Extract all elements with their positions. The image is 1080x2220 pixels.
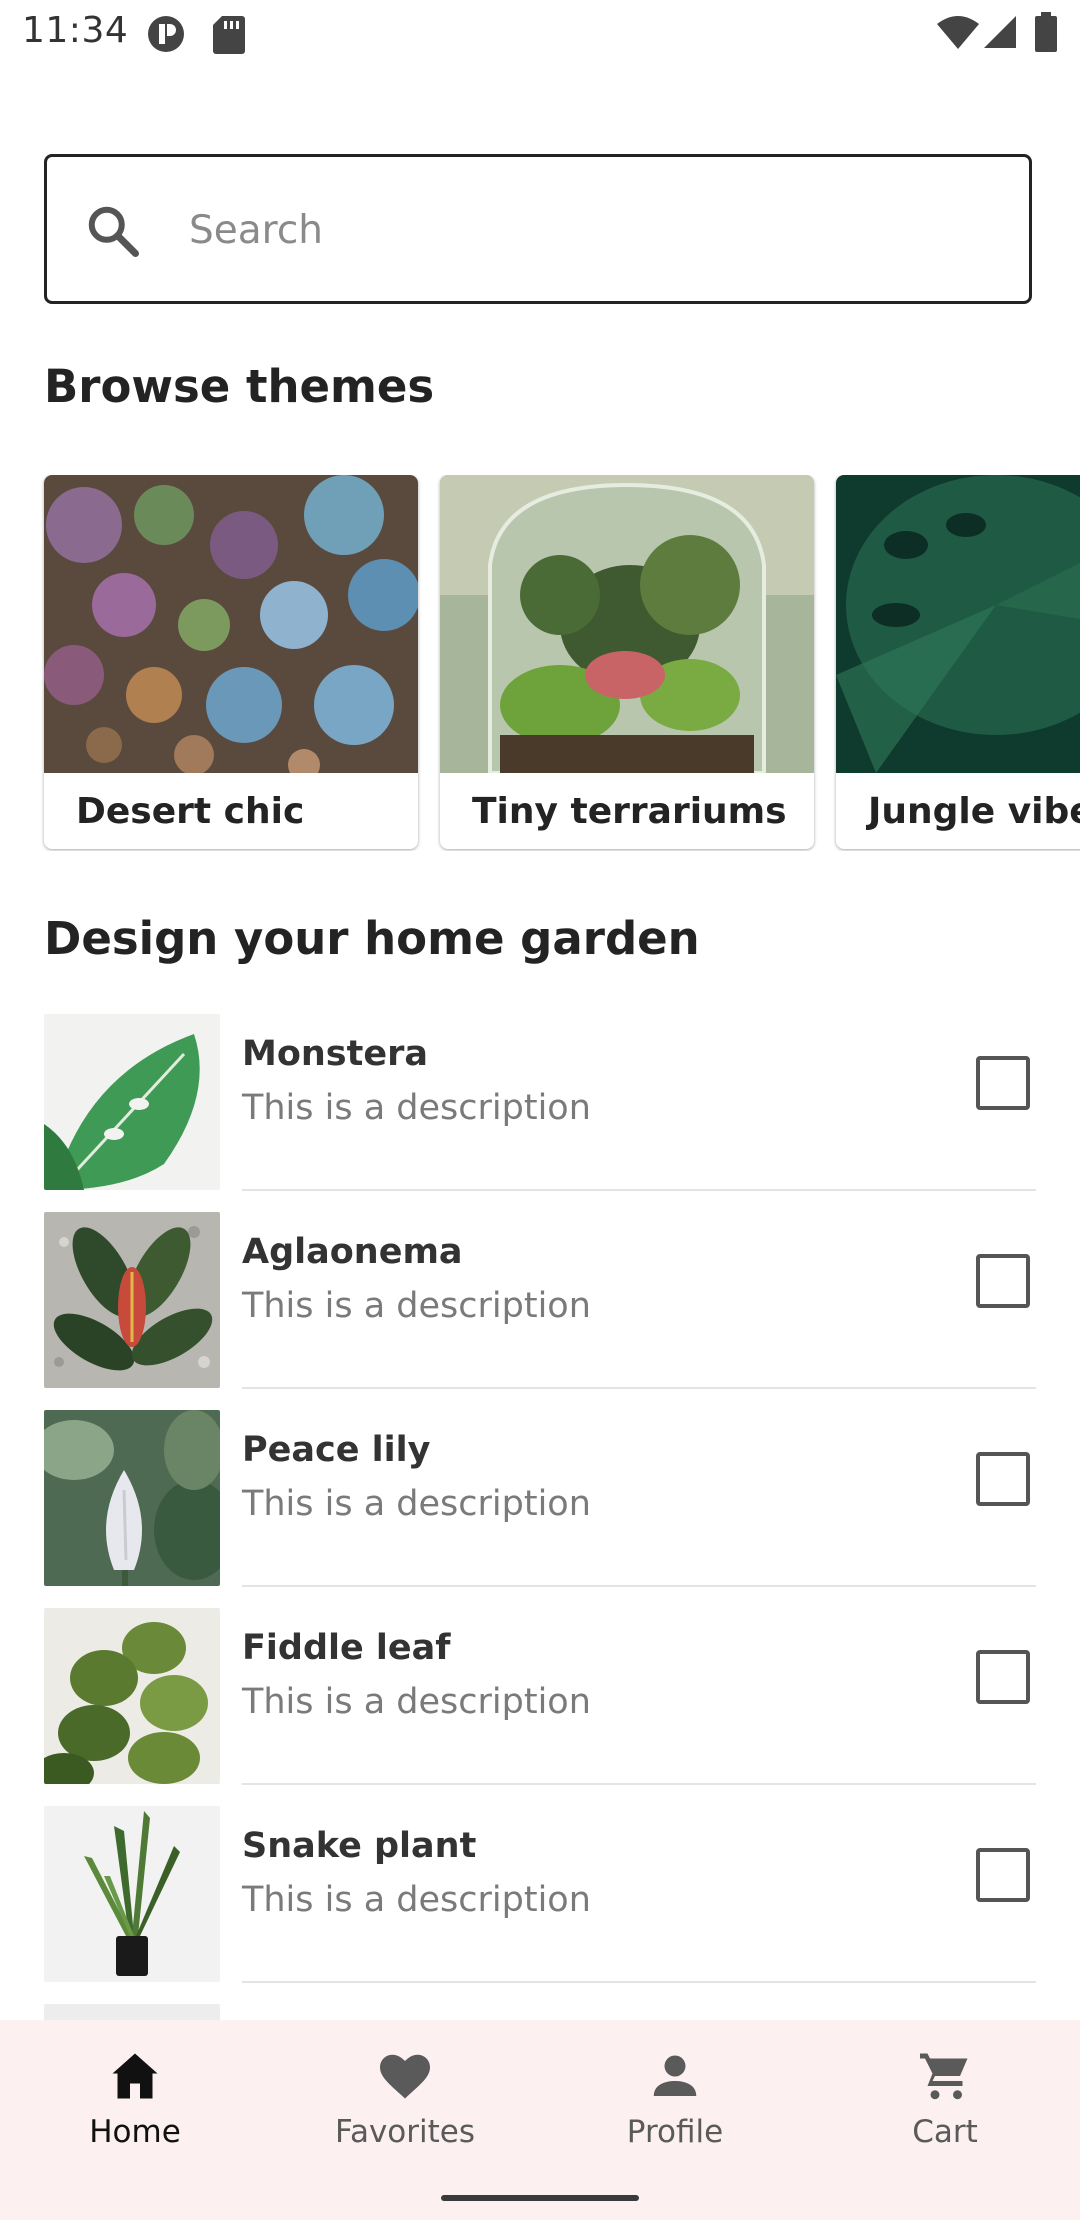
home-icon: [112, 2053, 158, 2099]
theme-card-label: Desert chic: [76, 791, 305, 832]
divider: [242, 1387, 1036, 1389]
theme-card-label: Jungle vibes: [868, 791, 1080, 832]
item-description: This is a description: [242, 1682, 591, 1722]
item-name: Peace lily: [242, 1430, 431, 1470]
item-description: This is a description: [242, 1286, 591, 1326]
nav-label: Cart: [912, 2114, 978, 2150]
item-description: This is a description: [242, 1880, 591, 1920]
nav-label: Home: [89, 2114, 181, 2150]
theme-card-desert-chic[interactable]: Desert chic: [44, 475, 418, 849]
item-name: Fiddle leaf: [242, 1628, 451, 1668]
battery-icon: [1035, 12, 1057, 52]
item-checkbox[interactable]: [976, 1056, 1030, 1110]
list-item[interactable]: Monstera This is a description: [0, 1014, 1080, 1212]
gesture-home-indicator[interactable]: [441, 2195, 639, 2201]
jungle-vibes-image: [836, 475, 1080, 773]
search-field[interactable]: [44, 154, 1032, 304]
nav-label: Favorites: [334, 2114, 476, 2150]
nav-label: Profile: [626, 2114, 724, 2150]
themes-carousel[interactable]: Desert chic Tiny terrariums Jungle vib: [0, 475, 1080, 851]
item-checkbox[interactable]: [976, 1848, 1030, 1902]
monstera-thumbnail: [44, 1014, 220, 1190]
divider: [242, 1981, 1036, 1983]
fiddle-leaf-thumbnail: [44, 1608, 220, 1784]
item-description: This is a description: [242, 1484, 591, 1524]
aglaonema-thumbnail: [44, 1212, 220, 1388]
divider: [242, 1189, 1036, 1191]
tiny-terrariums-image: [440, 475, 814, 773]
nav-profile[interactable]: Profile: [540, 2020, 810, 2170]
item-name: Snake plant: [242, 1826, 477, 1866]
snake-plant-thumbnail: [44, 1806, 220, 1982]
bottom-navigation: Home Favorites Profile Cart: [0, 2020, 1080, 2220]
app-notification-icon: [148, 16, 184, 52]
nav-cart[interactable]: Cart: [810, 2020, 1080, 2170]
divider: [242, 1783, 1036, 1785]
theme-card-label: Tiny terrariums: [472, 791, 787, 832]
list-item[interactable]: Peace lily This is a description: [0, 1410, 1080, 1608]
browse-themes-title: Browse themes: [44, 360, 435, 413]
search-input[interactable]: [187, 197, 991, 263]
sd-card-icon: [213, 16, 245, 54]
item-name: Aglaonema: [242, 1232, 463, 1272]
wifi-icon: [937, 16, 979, 49]
peace-lily-thumbnail: [44, 1410, 220, 1586]
list-item[interactable]: Snake plant This is a description: [0, 1806, 1080, 2004]
status-time: 11:34: [22, 10, 129, 51]
item-checkbox[interactable]: [976, 1254, 1030, 1308]
desert-chic-image: [44, 475, 418, 773]
nav-favorites[interactable]: Favorites: [270, 2020, 540, 2170]
theme-card-jungle-vibes[interactable]: Jungle vibes: [836, 475, 1080, 849]
cellular-signal-icon: [984, 16, 1016, 48]
status-bar: 11:34: [0, 0, 1080, 66]
item-name: Monstera: [242, 1034, 428, 1074]
list-item[interactable]: Fiddle leaf This is a description: [0, 1608, 1080, 1806]
item-checkbox[interactable]: [976, 1452, 1030, 1506]
search-icon: [88, 206, 139, 257]
person-icon: [653, 2055, 697, 2096]
divider: [242, 1585, 1036, 1587]
theme-card-tiny-terrariums[interactable]: Tiny terrariums: [440, 475, 814, 849]
cart-icon: [920, 2053, 968, 2100]
item-checkbox[interactable]: [976, 1650, 1030, 1704]
item-description: This is a description: [242, 1088, 591, 1128]
list-item[interactable]: Aglaonema This is a description: [0, 1212, 1080, 1410]
heart-icon: [380, 2054, 430, 2099]
nav-home[interactable]: Home: [0, 2020, 270, 2170]
garden-title: Design your home garden: [44, 912, 700, 965]
